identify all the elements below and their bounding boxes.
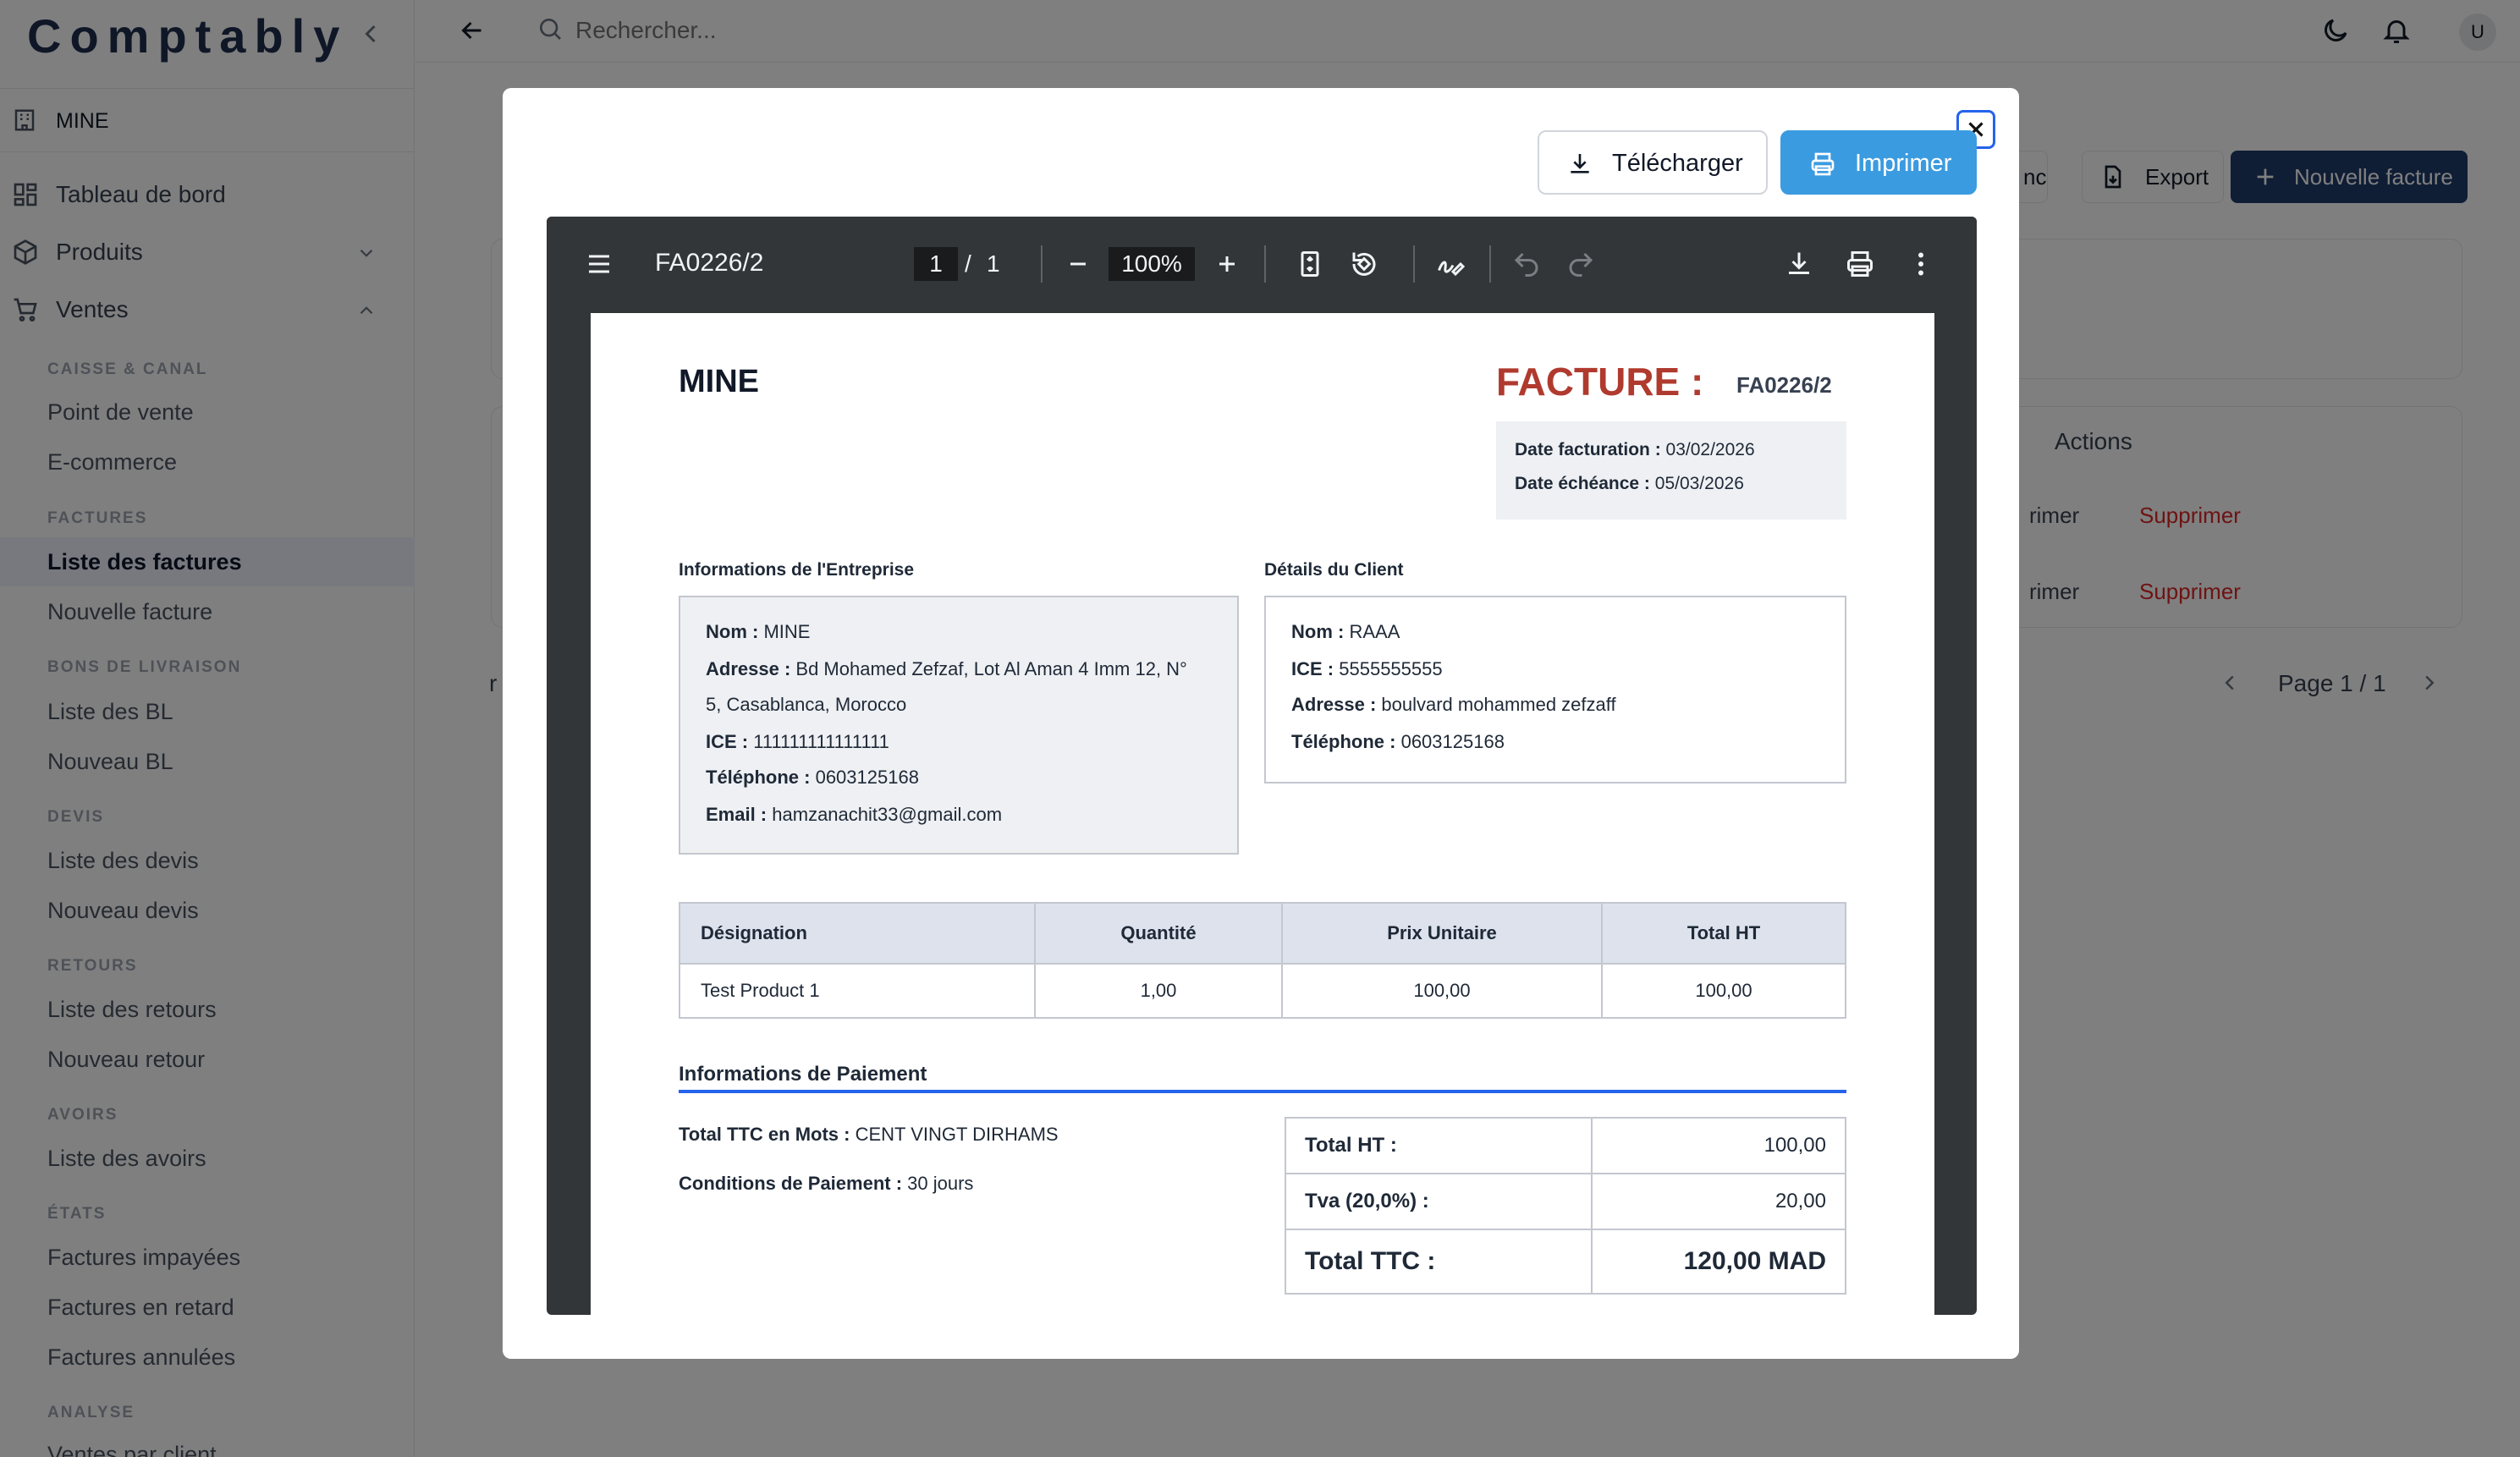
redo-icon[interactable] (1565, 249, 1596, 279)
cli-tel-label: Téléphone : (1291, 731, 1396, 752)
ent-nom: MINE (763, 621, 811, 642)
totals-table: Total HT : 100,00 Tva (20,0%) : 20,00 To… (1285, 1117, 1846, 1295)
pdf-download-icon[interactable] (1784, 249, 1814, 279)
cell-total: 100,00 (1601, 963, 1846, 1019)
ent-ice-label: ICE : (706, 731, 749, 752)
toolbar-divider (1041, 245, 1043, 283)
zoom-in-icon[interactable] (1212, 249, 1242, 279)
total-ht-label: Total HT : (1285, 1117, 1593, 1174)
pdf-title: FA0226/2 (655, 249, 764, 277)
entreprise-box: Nom : MINE Adresse : Bd Mohamed Zefzaf, … (679, 596, 1239, 855)
date-echeance-value: 05/03/2026 (1654, 474, 1744, 493)
ent-adresse-l2: 5, Casablanca, Morocco (706, 694, 907, 715)
ent-ice: 111111111111111 (753, 731, 889, 752)
cell-quantite: 1,00 (1034, 963, 1283, 1019)
tva-row: Tva (20,0%) : 20,00 (1285, 1173, 1846, 1230)
ent-email-label: Email : (706, 804, 768, 825)
cli-nom-label: Nom : (1291, 621, 1345, 642)
rotate-icon[interactable] (1349, 249, 1379, 279)
menu-icon[interactable] (584, 249, 614, 279)
ent-tel: 0603125168 (815, 767, 919, 788)
more-vert-icon[interactable] (1906, 249, 1936, 279)
page-number-input[interactable]: 1 (914, 247, 958, 281)
date-facturation-value: 03/02/2026 (1665, 440, 1755, 459)
total-ttc-label: Total TTC : (1285, 1229, 1593, 1295)
page-total: 1 (987, 250, 1000, 277)
paiement-heading: Informations de Paiement (679, 1063, 927, 1086)
invoice-company-name: MINE (679, 364, 759, 399)
cli-adresse: boulvard mohammed zefzaff (1381, 694, 1616, 715)
conditions-value: 30 jours (907, 1173, 974, 1194)
undo-icon[interactable] (1511, 249, 1542, 279)
toolbar-divider (1489, 245, 1491, 283)
total-ht-row: Total HT : 100,00 (1285, 1117, 1846, 1174)
client-heading: Détails du Client (1264, 560, 1404, 580)
tva-label: Tva (20,0%) : (1285, 1173, 1593, 1230)
cli-tel: 0603125168 (1400, 731, 1505, 752)
ent-nom-label: Nom : (706, 621, 759, 642)
date-echeance-label: Date échéance : (1515, 474, 1650, 493)
table-header-row: Désignation Quantité Prix Unitaire Total… (679, 902, 1846, 965)
print-button[interactable]: Imprimer (1780, 130, 1977, 195)
toolbar-divider (1413, 245, 1415, 283)
total-ttc-row: Total TTC : 120,00 MAD (1285, 1229, 1846, 1295)
download-icon (1566, 151, 1593, 178)
pdf-viewer: FA0226/2 1 / 1 100% MINE FACTURE: FA022… (547, 217, 1977, 1315)
ent-adresse-l1: Bd Mohamed Zefzaf, Lot Al Aman 4 Imm 12,… (795, 658, 1187, 679)
cli-ice: 5555555555 (1339, 658, 1443, 679)
col-designation: Désignation (679, 902, 1036, 965)
invoice-page: MINE FACTURE : FA0226/2 Date facturation… (591, 313, 1934, 1315)
dates-box: Date facturation : 03/02/2026 Date échéa… (1496, 421, 1846, 520)
items-table: Désignation Quantité Prix Unitaire Total… (679, 902, 1846, 1019)
invoice-number: FA0226/2 (1736, 372, 1832, 398)
annotate-pen-icon[interactable] (1435, 249, 1466, 279)
date-facturation-label: Date facturation : (1515, 440, 1661, 459)
printer-icon (1809, 151, 1836, 178)
ent-email: hamzanachit33@gmail.com (772, 804, 1003, 825)
paiement-divider (679, 1090, 1846, 1093)
total-ttc-value: 120,00 MAD (1591, 1229, 1846, 1295)
col-total-ht: Total HT (1601, 902, 1846, 965)
table-row: Test Product 1 1,00 100,00 100,00 (679, 963, 1846, 1019)
tva-value: 20,00 (1591, 1173, 1846, 1230)
pdf-toolbar: FA0226/2 1 / 1 100% (547, 217, 1977, 313)
cli-adresse-label: Adresse : (1291, 694, 1377, 715)
mots-value: CENT VINGT DIRHAMS (855, 1124, 1059, 1145)
zoom-out-icon[interactable] (1063, 249, 1093, 279)
total-ht-value: 100,00 (1591, 1117, 1846, 1174)
cli-nom: RAAA (1349, 621, 1400, 642)
print-label: Imprimer (1855, 150, 1952, 177)
cli-ice-label: ICE : (1291, 658, 1334, 679)
ent-tel-label: Téléphone : (706, 767, 811, 788)
cell-prix: 100,00 (1281, 963, 1603, 1019)
entreprise-heading: Informations de l'Entreprise (679, 560, 915, 580)
toolbar-divider (1264, 245, 1266, 283)
page-separator: / (965, 250, 971, 277)
zoom-level[interactable]: 100% (1109, 247, 1195, 281)
download-label: Télécharger (1612, 150, 1743, 177)
col-prix-unitaire: Prix Unitaire (1281, 902, 1603, 965)
mots-label: Total TTC en Mots : (679, 1124, 850, 1145)
pdf-print-icon[interactable] (1845, 249, 1875, 279)
conditions-label: Conditions de Paiement : (679, 1173, 903, 1194)
col-quantite: Quantité (1034, 902, 1283, 965)
fit-page-icon[interactable] (1295, 249, 1325, 279)
download-button[interactable]: Télécharger (1538, 130, 1768, 195)
invoice-title: FACTURE : (1496, 360, 1704, 404)
client-box: Nom : RAAA ICE : 5555555555 Adresse : bo… (1264, 596, 1846, 783)
cell-designation: Test Product 1 (679, 963, 1036, 1019)
ent-adresse-label: Adresse : (706, 658, 791, 679)
